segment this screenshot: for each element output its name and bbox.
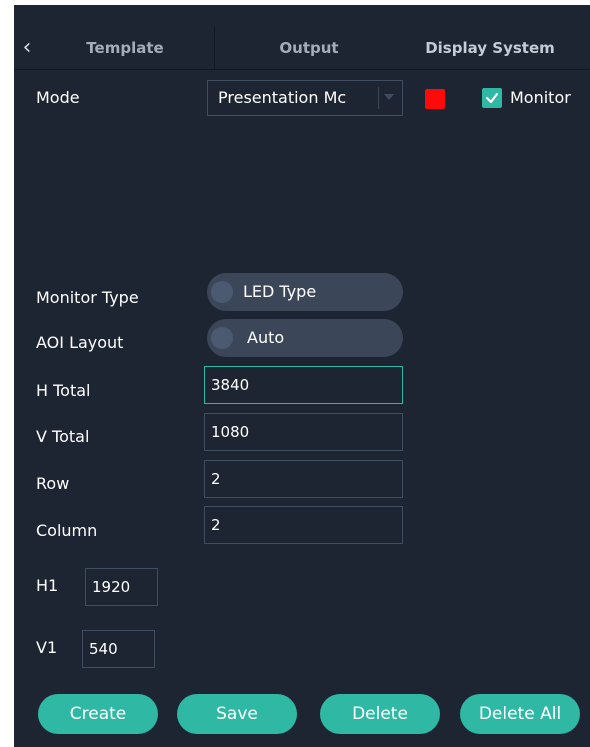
tab-template[interactable]: Template (50, 35, 200, 61)
display-system-panel: ‹ Template Output Display System Mode Pr… (14, 5, 590, 747)
delete-all-button[interactable]: Delete All (460, 694, 580, 734)
h-total-label: H Total (36, 381, 91, 400)
v-total-input[interactable] (204, 413, 403, 451)
tab-output[interactable]: Output (234, 35, 384, 61)
h1-input[interactable] (85, 568, 158, 606)
tab-display-system[interactable]: Display System (390, 35, 590, 61)
mode-label: Mode (36, 88, 80, 107)
monitor-checkbox[interactable] (482, 88, 502, 108)
select-divider (378, 87, 379, 109)
aoi-layout-toggle[interactable]: Auto (207, 319, 403, 357)
h-total-input[interactable] (204, 366, 403, 404)
column-input[interactable] (204, 506, 403, 544)
row-label: Row (36, 474, 70, 493)
aoi-layout-label: AOI Layout (36, 333, 124, 352)
monitor-type-toggle[interactable]: LED Type (207, 273, 403, 311)
tab-divider (214, 27, 215, 69)
chevron-left-icon[interactable]: ‹ (16, 35, 38, 61)
mode-select[interactable]: Presentation Mc (207, 80, 403, 116)
delete-button[interactable]: Delete (320, 694, 440, 734)
dropdown-arrow-icon[interactable] (384, 94, 394, 100)
column-label: Column (36, 521, 98, 540)
create-button[interactable]: Create (38, 694, 158, 734)
row-input[interactable] (204, 460, 403, 498)
color-swatch[interactable] (425, 89, 445, 109)
v1-input[interactable] (82, 630, 155, 668)
save-button[interactable]: Save (177, 694, 297, 734)
monitor-checkbox-label: Monitor (510, 88, 571, 107)
toggle-knob (211, 281, 233, 303)
monitor-type-label: Monitor Type (36, 288, 139, 307)
mode-select-value: Presentation Mc (218, 88, 347, 107)
v-total-label: V Total (36, 427, 90, 446)
aoi-layout-value: Auto (247, 328, 285, 347)
v1-label: V1 (36, 638, 58, 657)
h1-label: H1 (36, 576, 59, 595)
checkmark-icon (485, 92, 499, 104)
toggle-knob (211, 327, 233, 349)
monitor-type-value: LED Type (243, 282, 317, 301)
tab-bar: ‹ Template Output Display System (14, 27, 590, 70)
